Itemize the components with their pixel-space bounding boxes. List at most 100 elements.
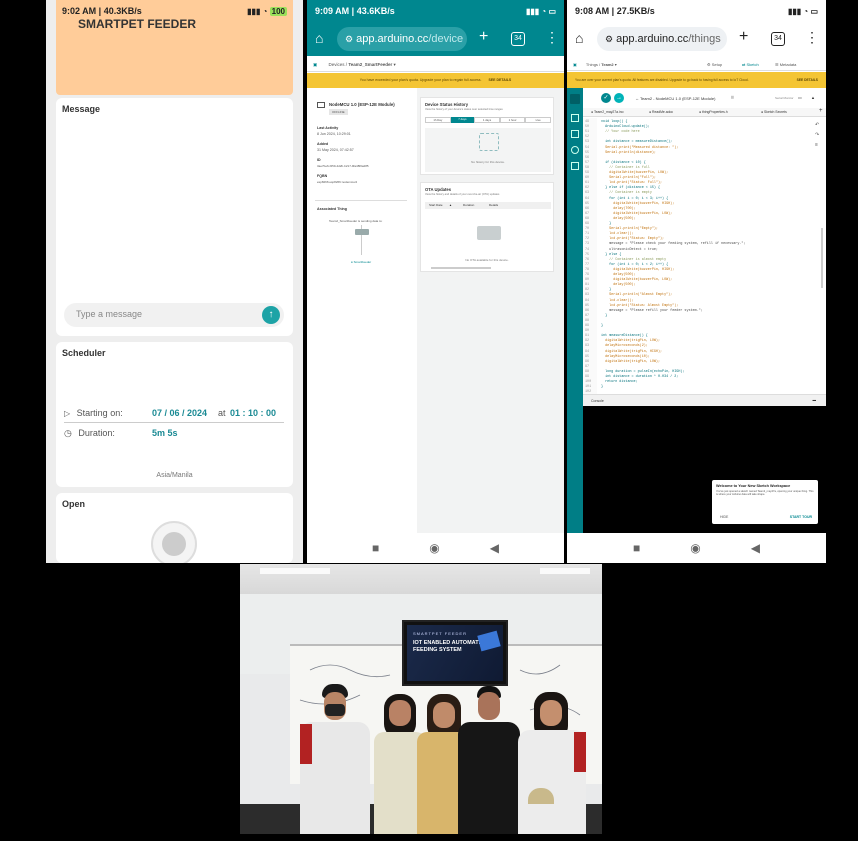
person-5: [518, 692, 586, 834]
recent-apps-icon[interactable]: ■: [633, 541, 640, 555]
file-tab-readme[interactable]: ● ReadMe.adoc: [649, 110, 673, 114]
console-label[interactable]: Console: [591, 399, 604, 403]
fqbn-value: esp8266:esp8266:nodemcuv2: [317, 180, 358, 184]
add-tab-icon[interactable]: +: [819, 108, 823, 114]
breadcrumb-root[interactable]: Devices: [329, 62, 345, 67]
editor-scrollbar[interactable]: [821, 228, 823, 288]
tab-range-3[interactable]: 1 hour: [499, 117, 526, 123]
tab-range-4[interactable]: Live: [525, 117, 551, 123]
person-2-face: [389, 700, 411, 726]
breadcrumb-current[interactable]: Team2_SmartFeeder: [348, 62, 392, 67]
sketch-icon[interactable]: [570, 94, 580, 104]
undo-icon[interactable]: ↶: [815, 122, 819, 128]
code-line: digitalWrite(buzzerPin, LOW);: [601, 211, 673, 216]
line-number: 67: [585, 211, 590, 216]
home-icon[interactable]: ⌂: [315, 30, 323, 46]
associated-thing-name: SmartFeeder: [353, 260, 372, 264]
home-nav-icon[interactable]: ◉: [429, 541, 439, 555]
scheduler-title: Scheduler: [62, 348, 106, 358]
settings-icon[interactable]: [571, 162, 579, 170]
file-tab-thingprops-label: thingProperties.h: [702, 110, 728, 114]
joystick-knob[interactable]: [162, 532, 186, 556]
verify-button[interactable]: ✓: [601, 93, 611, 103]
see-details-link[interactable]: SEE DETAILS: [797, 78, 818, 82]
code-line: delay(500);: [601, 216, 636, 221]
serial-monitor-icon[interactable]: ▭: [798, 95, 802, 100]
menu-icon[interactable]: ⋮: [805, 29, 819, 46]
back-icon[interactable]: ◀: [490, 541, 499, 555]
board-menu-icon[interactable]: ⠿: [731, 95, 734, 100]
reference-icon[interactable]: [571, 146, 579, 154]
console-bar: Console ▬: [583, 394, 826, 406]
file-tab-main[interactable]: ● Team2_may27a.ino: [591, 110, 624, 114]
starting-row[interactable]: ▷ Starting on: 07 / 06 / 2024 at 01 : 10…: [64, 408, 284, 423]
url-path: /things: [688, 33, 721, 45]
open-joystick[interactable]: [151, 521, 197, 563]
message-input[interactable]: Type a message ↑: [64, 303, 284, 327]
site-settings-icon[interactable]: ⚙: [345, 34, 353, 44]
code-line: // Container is almost empty: [601, 257, 667, 262]
see-details-link[interactable]: SEE DETAILS: [489, 78, 512, 82]
code-line: digitalWrite(trigPin, LOW);: [601, 359, 661, 364]
tab-count[interactable]: 34: [511, 32, 525, 46]
sort-icon[interactable]: ▲: [449, 202, 452, 209]
welcome-hide-button[interactable]: HIDE: [720, 515, 728, 519]
ota-scrollbar[interactable]: [431, 267, 491, 269]
code-line: }: [601, 313, 608, 318]
ota-col-start[interactable]: Start Date: [429, 202, 443, 209]
tab-range-2[interactable]: 1 days: [474, 117, 500, 123]
send-icon[interactable]: ↑: [262, 306, 280, 324]
url-bar[interactable]: ⚙ app.arduino.cc/device: [337, 27, 467, 51]
ceiling-light-1: [260, 568, 330, 574]
ota-title: OTA Updates: [425, 187, 452, 192]
sidebar-toggle-icon[interactable]: ▣: [573, 62, 577, 67]
back-icon[interactable]: ◀: [751, 541, 760, 555]
start-time[interactable]: 01 : 10 : 00: [230, 408, 276, 418]
id-label: ID: [317, 158, 321, 162]
libraries-icon[interactable]: [571, 114, 579, 122]
menu-icon[interactable]: ⋮: [545, 29, 559, 46]
url-bar[interactable]: ⚙ app.arduino.cc/things: [597, 27, 727, 51]
breadcrumb-current[interactable]: Team2: [601, 62, 613, 67]
banner-text: You are over your current plan's quota. …: [575, 78, 749, 82]
welcome-start-tour-button[interactable]: START TOUR: [790, 515, 812, 519]
tab-sketch[interactable]: ⇄ Sketch: [742, 62, 759, 67]
at-text: at: [218, 408, 226, 418]
home-icon[interactable]: ⌂: [575, 30, 583, 46]
sidebar-toggle-icon[interactable]: ▣: [313, 62, 317, 67]
recent-apps-icon[interactable]: ■: [372, 541, 379, 555]
file-tab-secrets[interactable]: ● Sketch Secrets: [761, 110, 787, 114]
serial-monitor-label[interactable]: Serial Monitor: [775, 96, 794, 100]
code-editor[interactable]: 49 50 51 52 53 54 55 56 57 58 59 60 61 62 63 64 65 66 67 68…: [583, 118, 811, 394]
duration-row[interactable]: ◷ Duration: 5m 5s: [64, 428, 284, 439]
tab-range-1[interactable]: 7 days: [450, 117, 475, 123]
site-settings-icon[interactable]: ⚙: [605, 34, 613, 44]
file-tab-thingprops[interactable]: ● thingProperties.h: [699, 110, 728, 114]
person-1-mask: [325, 704, 345, 716]
arduino-device-panel: 9:09 AM | 43.6KB/s ▮▮▮ ◔ ▭ ⌂ ⚙ app.ardui…: [307, 0, 564, 563]
home-nav-icon[interactable]: ◉: [690, 541, 700, 555]
outline-icon[interactable]: ≡: [815, 142, 818, 148]
tab-setup[interactable]: ⚙ Setup: [707, 62, 722, 67]
code-line: lcd.clear();: [601, 298, 634, 303]
associated-thing-node[interactable]: ● SmartFeeder: [351, 260, 371, 264]
duration-value[interactable]: 5m 5s: [152, 428, 178, 438]
start-date[interactable]: 07 / 06 / 2024: [152, 408, 207, 418]
console-collapse-icon[interactable]: ▬: [813, 398, 817, 402]
new-tab-icon[interactable]: +: [739, 28, 748, 46]
examples-icon[interactable]: [571, 130, 579, 138]
code-line: digitalWrite(buzzerPin, LOW);: [601, 171, 669, 175]
new-tab-icon[interactable]: +: [479, 28, 488, 46]
id-value: 3ae7be6-f259-4d2b-b217-9fa48f0a285: [317, 164, 369, 168]
line-number: 77: [585, 262, 590, 267]
redo-icon[interactable]: ↷: [815, 132, 819, 138]
tab-range-0[interactable]: 1h Day: [425, 117, 451, 123]
upload-button[interactable]: →: [614, 93, 624, 103]
breadcrumb-root[interactable]: Things: [586, 62, 598, 67]
tab-count[interactable]: 34: [771, 32, 785, 46]
board-selector[interactable]: ↔ Team2 - NodeMCU 1.0 (ESP-12E Module): [635, 96, 715, 101]
line-number: 68: [585, 216, 590, 221]
status-time: 9:09 AM | 43.6KB/s: [315, 6, 395, 16]
status-history-title: Device Status History: [425, 102, 469, 107]
tab-metadata[interactable]: ☰ Metadata: [775, 62, 796, 67]
